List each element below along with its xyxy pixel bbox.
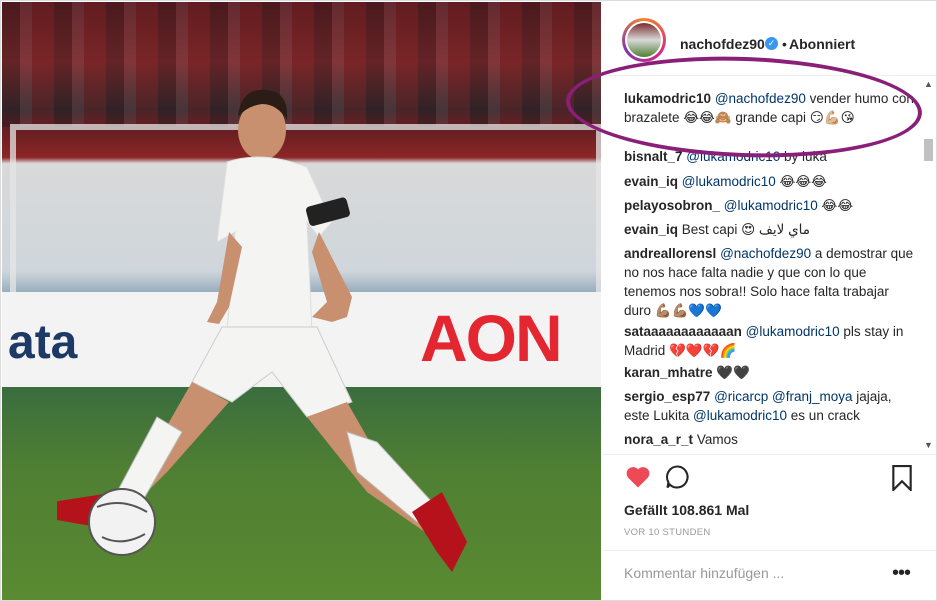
comment-username[interactable]: andreallorensl xyxy=(624,246,716,261)
comment-item: sergio_esp77 @ricarcp @franj_moya jajaja… xyxy=(624,387,916,425)
comment-item: evain_iq Best capi 😍 ماي لايف xyxy=(624,220,916,239)
comment-item: sataaaaaaaaaaaan @lukamodric10 pls stay … xyxy=(624,322,916,360)
comment-item: andreallorensl @nachofdez90 a demostrar … xyxy=(624,244,916,320)
likes-count[interactable]: Gefällt 108.861 Mal xyxy=(624,502,749,518)
comments-scrollbar[interactable]: ▲ ▼ xyxy=(922,79,934,457)
comment-username[interactable]: pelayosobron_ xyxy=(624,198,720,213)
post-timestamp: VOR 10 STUNDEN xyxy=(624,527,711,538)
separator-dot: • xyxy=(782,36,787,52)
comment-text: Vamos xyxy=(696,432,738,447)
comment-mention[interactable]: @lukamodric10 xyxy=(693,408,787,423)
comment-item: evain_iq @lukamodric10 😂😂😂 xyxy=(624,172,916,191)
comment-username[interactable]: evain_iq xyxy=(624,222,678,237)
comment-mention[interactable]: @lukamodric10 xyxy=(746,324,840,339)
post-actions: Gefällt 108.861 Mal VOR 10 STUNDEN Komme… xyxy=(602,454,936,601)
comment-text: 😂😂😂 xyxy=(775,174,827,189)
scroll-up-icon[interactable]: ▲ xyxy=(924,79,933,89)
heart-icon[interactable] xyxy=(624,463,652,491)
comment-mention[interactable]: @ricarcp @franj_moya xyxy=(714,389,852,404)
comment-text: Best capi 😍 ماي لايف xyxy=(681,222,810,237)
comment-username[interactable]: evain_iq xyxy=(624,174,678,189)
comment-item: pelayosobron_ @lukamodric10 😂😂 xyxy=(624,196,916,215)
comment-username[interactable]: sataaaaaaaaaaaan xyxy=(624,324,742,339)
instagram-post: ata AON nachofdez90 ✓ • Abonniert lukamo… xyxy=(0,0,937,601)
comment-text: es un crack xyxy=(787,408,860,423)
comment-username[interactable]: sergio_esp77 xyxy=(624,389,710,404)
verified-icon: ✓ xyxy=(765,37,778,50)
comment-icon[interactable] xyxy=(664,463,692,491)
more-options-icon[interactable]: ••• xyxy=(892,562,911,585)
comment-text: 😂😂 xyxy=(817,198,854,213)
comment-username[interactable]: karan_mhatre xyxy=(624,365,713,380)
comment-mention[interactable]: @lukamodric10 xyxy=(724,198,818,213)
avatar[interactable] xyxy=(622,18,666,62)
comment-text: 🖤🖤 xyxy=(716,365,750,380)
post-photo[interactable]: ata AON xyxy=(2,2,601,600)
follow-status-button[interactable]: Abonniert xyxy=(789,36,855,52)
comment-item: nora_a_r_t Vamos xyxy=(624,430,916,449)
comment-mention[interactable]: @lukamodric10 xyxy=(682,174,776,189)
comment-username[interactable]: nora_a_r_t xyxy=(624,432,693,447)
scroll-down-icon[interactable]: ▼ xyxy=(924,440,933,450)
player-figure xyxy=(57,89,467,572)
comment-username[interactable]: bisnalt_7 xyxy=(624,149,683,164)
bookmark-icon[interactable] xyxy=(891,465,913,491)
scrollbar-thumb[interactable] xyxy=(924,139,933,161)
post-username[interactable]: nachofdez90 xyxy=(680,36,765,52)
comment-mention[interactable]: @nachofdez90 xyxy=(720,246,811,261)
add-comment-input[interactable]: Kommentar hinzufügen ... xyxy=(624,565,784,581)
add-comment-bar: Kommentar hinzufügen ... ••• xyxy=(602,550,936,601)
comment-item: karan_mhatre 🖤🖤 xyxy=(624,363,916,382)
avatar-image xyxy=(627,23,661,57)
